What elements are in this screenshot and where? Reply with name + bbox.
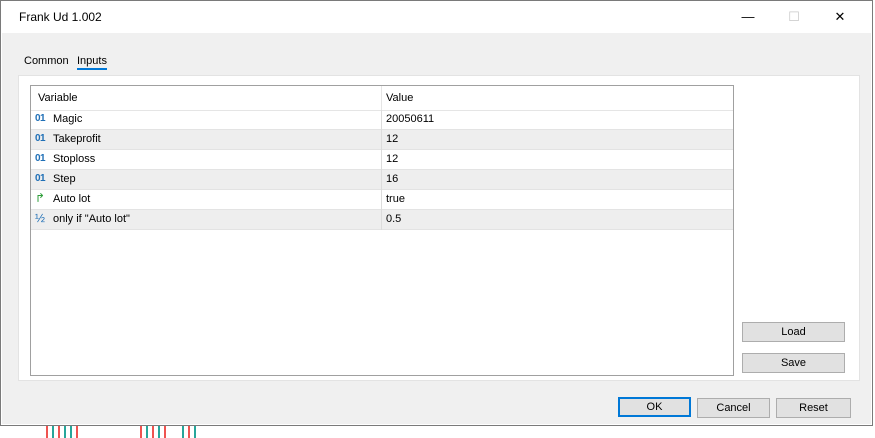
candle	[188, 426, 190, 438]
candle	[158, 426, 160, 438]
tab-inputs-label: Inputs	[77, 55, 107, 67]
dialog-body: Common Inputs Variable Value 01 Magic 20…	[2, 33, 871, 424]
column-header-value[interactable]: Value	[386, 92, 413, 104]
variable-name: Stoploss	[53, 153, 96, 165]
variable-name: Auto lot	[53, 193, 91, 205]
close-button[interactable]: ✕	[817, 1, 863, 32]
candle	[146, 426, 148, 438]
variable-value[interactable]: 12	[386, 133, 398, 145]
variable-value[interactable]: true	[386, 193, 405, 205]
double-type-icon: ½	[35, 211, 45, 225]
table-row[interactable]: 01 Takeprofit 12	[31, 130, 733, 150]
column-divider	[381, 150, 382, 170]
inputs-panel: Variable Value 01 Magic 20050611 01 Take…	[18, 75, 860, 381]
candle	[52, 426, 54, 438]
integer-type-icon: 01	[35, 153, 46, 164]
candle	[64, 426, 66, 438]
variable-name: only if "Auto lot"	[53, 213, 130, 225]
table-row[interactable]: 01 Magic 20050611	[31, 110, 733, 130]
table-row[interactable]: ½ only if "Auto lot" 0.5	[31, 210, 733, 230]
candle	[58, 426, 60, 438]
variable-value[interactable]: 16	[386, 173, 398, 185]
tab-inputs[interactable]: Inputs	[77, 55, 107, 70]
column-divider	[381, 190, 382, 210]
column-divider	[381, 110, 382, 130]
column-divider	[381, 170, 382, 190]
load-button[interactable]: Load	[742, 322, 845, 342]
table-row[interactable]: 01 Stoploss 12	[31, 150, 733, 170]
candle	[182, 426, 184, 438]
candle	[46, 426, 48, 438]
table-row[interactable]: ↱ Auto lot true	[31, 190, 733, 210]
integer-type-icon: 01	[35, 173, 46, 184]
column-divider	[381, 130, 382, 150]
inputs-grid: Variable Value 01 Magic 20050611 01 Take…	[30, 85, 734, 376]
candle	[76, 426, 78, 438]
candle	[152, 426, 154, 438]
variable-name: Takeprofit	[53, 133, 101, 145]
variable-value[interactable]: 12	[386, 153, 398, 165]
table-row[interactable]: 01 Step 16	[31, 170, 733, 190]
integer-type-icon: 01	[35, 113, 46, 124]
save-button[interactable]: Save	[742, 353, 845, 373]
window-title: Frank Ud 1.002	[19, 10, 102, 24]
candle	[194, 426, 196, 438]
grid-header: Variable Value	[31, 86, 733, 111]
cancel-button[interactable]: Cancel	[697, 398, 770, 418]
column-divider	[381, 210, 382, 230]
title-bar[interactable]: Frank Ud 1.002 — ☐ ✕	[1, 1, 872, 33]
reset-button[interactable]: Reset	[776, 398, 851, 418]
tab-common[interactable]: Common	[24, 55, 69, 67]
column-divider[interactable]	[381, 86, 382, 110]
integer-type-icon: 01	[35, 133, 46, 144]
maximize-button: ☐	[788, 9, 800, 24]
variable-value[interactable]: 0.5	[386, 213, 401, 225]
variable-name: Magic	[53, 113, 83, 125]
expert-properties-dialog: Frank Ud 1.002 — ☐ ✕ Common Inputs Varia…	[0, 0, 873, 426]
variable-name: Step	[53, 173, 76, 185]
boolean-type-icon: ↱	[35, 191, 45, 205]
ok-button[interactable]: OK	[618, 397, 691, 417]
candle	[140, 426, 142, 438]
minimize-button[interactable]: —	[725, 1, 771, 32]
column-header-variable[interactable]: Variable	[38, 92, 78, 104]
variable-value[interactable]: 20050611	[386, 113, 434, 125]
active-tab-indicator	[77, 68, 107, 70]
candle	[164, 426, 166, 438]
candle	[70, 426, 72, 438]
